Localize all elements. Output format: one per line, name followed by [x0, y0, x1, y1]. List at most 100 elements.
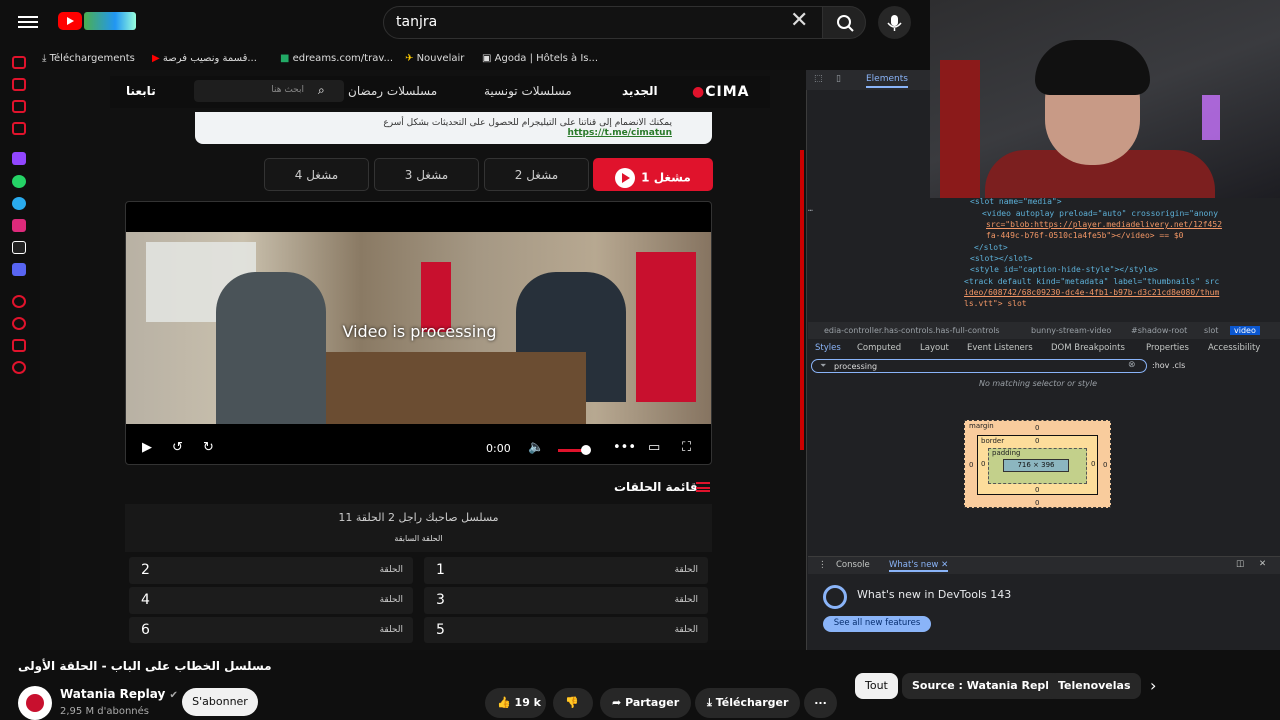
dock-icon[interactable]: ◫	[1236, 559, 1244, 569]
breadcrumb-item[interactable]: #shadow-root	[1131, 326, 1187, 335]
search-button[interactable]	[822, 6, 866, 39]
dislike-button[interactable]: 👎	[553, 688, 593, 718]
fullscreen-icon[interactable]: ⛶	[682, 440, 691, 455]
nav-follow-us[interactable]: تابعنا	[126, 84, 156, 98]
more-actions-button[interactable]: ...	[804, 688, 837, 718]
sidebar-icon-7[interactable]	[12, 339, 26, 352]
episode-item[interactable]: 2 الحلقة	[129, 557, 413, 584]
sidebar-icon-4[interactable]	[12, 122, 26, 135]
episode-item[interactable]: 4 الحلقة	[129, 587, 413, 614]
sidebar-icon-6[interactable]	[12, 317, 26, 330]
play-icon[interactable]: ▶	[142, 440, 152, 455]
tab-console[interactable]: Console	[836, 560, 870, 570]
drawer-menu-icon[interactable]: ⋮	[818, 560, 827, 570]
site-search-icon[interactable]: ⌕	[318, 83, 325, 98]
sidebar-icon-2[interactable]	[12, 78, 26, 91]
sidebar-icon-3[interactable]	[12, 100, 26, 113]
search-input[interactable]: tanjra	[383, 6, 823, 39]
pip-icon[interactable]: ▭	[648, 440, 660, 455]
bookmark-downloads[interactable]: ⤓ Téléchargements	[42, 53, 135, 64]
twitch-icon[interactable]	[12, 152, 26, 165]
breadcrumb-item-active[interactable]: video	[1230, 326, 1260, 335]
video-player[interactable]: Video is processing ▶ ↺ ↻ 0:00 🔈 ••• ▭ ⛶	[125, 201, 712, 465]
server-1-button[interactable]: مشغل 1	[593, 158, 713, 191]
tab-event-listeners[interactable]: Event Listeners	[967, 343, 1033, 353]
dom-line[interactable]: <video autoplay preload="auto" crossorig…	[982, 209, 1218, 218]
channel-avatar[interactable]	[18, 686, 52, 720]
tab-computed[interactable]: Computed	[857, 343, 901, 353]
youtube-logo[interactable]	[58, 12, 82, 30]
menu-icon[interactable]	[18, 13, 38, 31]
dom-dots[interactable]: …	[808, 204, 813, 213]
dom-line[interactable]: ideo/608742/68c09230-dc4e-4fb1-b97b-d3c2…	[964, 288, 1219, 297]
tab-elements[interactable]: Elements	[866, 74, 908, 88]
close-drawer-icon[interactable]: ✕	[1259, 559, 1266, 569]
tab-dom-breakpoints[interactable]: DOM Breakpoints	[1051, 343, 1125, 353]
page-scrollbar[interactable]	[800, 150, 804, 450]
dom-line[interactable]: <slot></slot>	[970, 254, 1033, 263]
dom-line[interactable]: ls.vtt"> slot	[964, 299, 1027, 308]
tab-styles[interactable]: Styles	[815, 343, 841, 353]
doodle-logo[interactable]	[84, 12, 136, 30]
breadcrumb-item[interactable]: edia-controller.has-controls.has-full-co…	[824, 326, 1000, 335]
nav-new[interactable]: الجديد	[622, 84, 658, 98]
dom-line[interactable]: <style id="caption-hide-style"></style>	[970, 265, 1158, 274]
channel-name[interactable]: Watania Replay ✔	[60, 687, 178, 701]
forward-icon[interactable]: ↻	[203, 440, 214, 455]
bookmark-qisma[interactable]: ▶ قسمة ونصيب فرصة...	[152, 53, 257, 64]
dom-line[interactable]: fa-449c-b76f-0510c1a4fe5b"></video> == $…	[986, 231, 1183, 240]
tab-properties[interactable]: Properties	[1146, 343, 1189, 353]
clear-search-icon[interactable]: ✕	[790, 10, 808, 32]
subscribe-button[interactable]: S'abonner	[182, 688, 258, 716]
chevron-right-icon[interactable]: ›	[1150, 676, 1156, 695]
nav-tunisian-series[interactable]: مسلسلات تونسية	[484, 84, 572, 98]
voice-search-button[interactable]	[878, 6, 911, 39]
clear-filter-icon[interactable]: ⊗	[1128, 360, 1136, 370]
filter-tools[interactable]: :hov .cls	[1152, 361, 1185, 370]
tab-layout[interactable]: Layout	[920, 343, 949, 353]
tiktok-icon[interactable]	[12, 241, 26, 254]
nav-ramadan-series[interactable]: مسلسلات رمضان	[348, 84, 437, 98]
rewind-icon[interactable]: ↺	[172, 440, 183, 455]
share-button[interactable]: ➦ Partager	[600, 688, 692, 718]
sidebar-icon-1[interactable]	[12, 56, 26, 69]
tab-accessibility[interactable]: Accessibility	[1208, 343, 1260, 353]
more-options-icon[interactable]: •••	[613, 440, 636, 455]
breadcrumb-item[interactable]: slot	[1204, 326, 1218, 335]
telegram-link[interactable]: https://t.me/cimatun	[203, 128, 672, 138]
volume-knob[interactable]	[580, 445, 591, 455]
dom-line[interactable]: src="blob:https://player.mediadelivery.n…	[986, 220, 1222, 229]
dom-line[interactable]: <slot name="media">	[970, 197, 1062, 206]
site-logo[interactable]: ●CIMA	[692, 84, 749, 100]
chip-telenovelas[interactable]: Telenovelas	[1048, 673, 1141, 699]
volume-icon[interactable]: 🔈	[528, 440, 544, 455]
series-title[interactable]: مسلسل صاحبك راجل 2 الحلقة 11	[125, 511, 712, 524]
server-4-button[interactable]: مشغل 4	[264, 158, 369, 191]
episode-item[interactable]: 3 الحلقة	[424, 587, 708, 614]
episode-item[interactable]: 5 الحلقة	[424, 617, 708, 643]
see-all-features-button[interactable]: See all new features	[823, 616, 931, 632]
bookmark-agoda[interactable]: ▣ Agoda | Hôtels à Is...	[482, 53, 598, 64]
breadcrumb-item[interactable]: bunny-stream-video	[1031, 326, 1111, 335]
download-button[interactable]: ⤓ Télécharger	[695, 688, 801, 718]
server-2-button[interactable]: مشغل 2	[484, 158, 589, 191]
bookmark-edreams[interactable]: ■ edreams.com/trav...	[280, 53, 393, 64]
dom-line[interactable]: <track default kind="metadata" label="th…	[964, 277, 1219, 286]
bookmark-nouvelair[interactable]: ✈ Nouvelair	[405, 53, 464, 64]
tab-whats-new[interactable]: What's new ✕	[889, 560, 949, 572]
styles-filter-input[interactable]: processing	[811, 359, 1147, 373]
server-3-button[interactable]: مشغل 3	[374, 158, 479, 191]
device-toolbar-icon[interactable]: ▯	[836, 74, 841, 84]
like-button[interactable]: 👍 19 k	[485, 688, 546, 718]
sidebar-icon-5[interactable]	[12, 295, 26, 308]
episode-item[interactable]: 1 الحلقة	[424, 557, 708, 584]
inspect-icon[interactable]: ⬚	[814, 74, 823, 84]
discord-icon[interactable]	[12, 263, 26, 276]
dom-line[interactable]: </slot>	[974, 243, 1008, 252]
telegram-icon[interactable]	[12, 197, 26, 210]
episode-item[interactable]: 6 الحلقة	[129, 617, 413, 643]
instagram-icon[interactable]	[12, 219, 26, 232]
previous-episode-link[interactable]: الحلقة السابقة	[125, 534, 712, 543]
chip-all[interactable]: Tout	[855, 673, 898, 699]
whatsapp-icon[interactable]	[12, 175, 26, 188]
